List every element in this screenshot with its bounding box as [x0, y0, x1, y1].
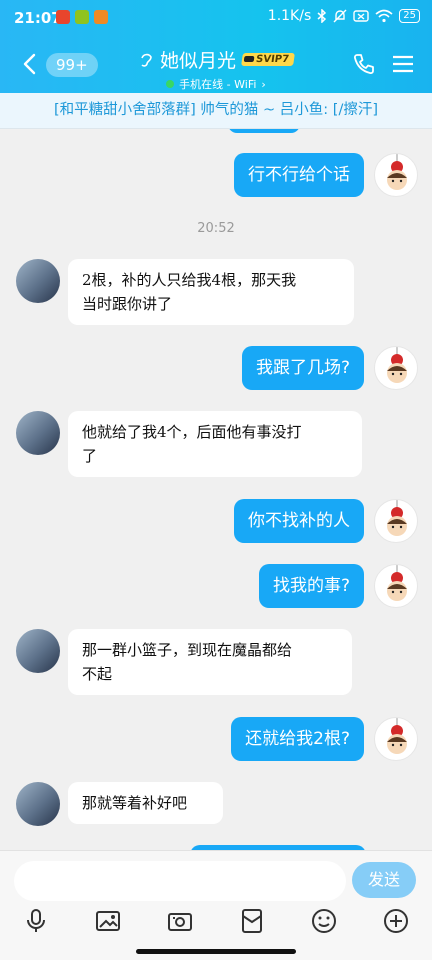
message-input[interactable]: [14, 861, 346, 901]
message-bubble-partial: [228, 129, 300, 133]
sim-off-icon: [353, 10, 369, 22]
message-line: 那就等着补好吧: [82, 794, 188, 812]
send-button[interactable]: 发送: [352, 862, 416, 898]
message-bubble-outgoing[interactable]: 我跟了几场?: [241, 346, 364, 390]
cartoon-avatar-icon: [387, 154, 407, 190]
plus-icon[interactable]: [382, 907, 410, 935]
chevron-right-icon: ›: [261, 77, 266, 91]
cartoon-avatar-icon: [387, 347, 407, 383]
contact-avatar[interactable]: [16, 629, 60, 673]
chat-toolbar: [0, 907, 432, 943]
group-message-notice[interactable]: [和平糖甜小舍部落群] 帅气的猫 ~ 吕小鱼: [/擦汗]: [0, 93, 432, 129]
home-indicator[interactable]: [136, 949, 296, 954]
message-bubble-outgoing[interactable]: 找我的事?: [258, 564, 364, 608]
image-icon[interactable]: [94, 907, 122, 935]
message-bubble-incoming[interactable]: 他就给了我4个，后面他有事没打 了: [68, 411, 362, 477]
status-bar: 21:07 1.1K/s 25: [0, 0, 432, 36]
message-line: 2根，补的人只给我4根，那天我: [82, 271, 297, 289]
camera-icon[interactable]: [166, 907, 194, 935]
input-bar: 发送: [0, 850, 432, 960]
online-status-text: 手机在线 - WiFi: [179, 78, 257, 91]
message-line: 了: [82, 447, 98, 465]
message-bubble-outgoing[interactable]: 还就给我2根?: [231, 717, 364, 761]
status-time: 21:07: [14, 9, 62, 27]
phone-icon[interactable]: [352, 52, 376, 76]
message-line: 当时跟你讲了: [82, 295, 173, 313]
emoji-icon[interactable]: [310, 907, 338, 935]
chat-message-list[interactable]: 行不行给个话 20:52 2根，补的人只给我4根，那天我 当时跟你讲了 我跟了几…: [0, 129, 432, 850]
message-line: 他就给了我4个，后面他有事没打: [82, 423, 302, 441]
message-bubble-incoming[interactable]: 那就等着补好吧: [68, 782, 223, 824]
contact-name: 她似月光: [160, 50, 237, 72]
cartoon-avatar-icon: [387, 718, 407, 754]
message-line: 那一群小篮子，到现在魔晶都给: [82, 641, 293, 659]
online-dot-icon: [166, 80, 175, 88]
notification-app-icon: [56, 10, 70, 24]
message-bubble-outgoing[interactable]: 你不找补的人: [234, 499, 364, 543]
online-status: 手机在线 - WiFi ›: [166, 76, 266, 92]
mute-bell-icon: [333, 9, 347, 23]
bluetooth-icon: [317, 9, 327, 23]
message-bubble-outgoing[interactable]: 行不行给个话: [234, 153, 364, 197]
wifi-icon: [375, 9, 393, 23]
self-avatar[interactable]: [374, 153, 418, 197]
self-avatar[interactable]: [374, 499, 418, 543]
ear-icon: [141, 53, 152, 67]
self-avatar[interactable]: [374, 564, 418, 608]
message-bubble-incoming[interactable]: 2根，补的人只给我4根，那天我 当时跟你讲了: [68, 259, 354, 325]
notification-app-icon: [75, 10, 89, 24]
svip-badge: SVIP7: [241, 53, 295, 66]
message-line: 不起: [82, 665, 113, 683]
battery-level: 25: [399, 9, 420, 23]
cartoon-avatar-icon: [387, 565, 407, 601]
message-bubble-incoming[interactable]: 那一群小篮子，到现在魔晶都给 不起: [68, 629, 352, 695]
red-packet-icon[interactable]: [238, 907, 266, 935]
timestamp-divider: 20:52: [197, 221, 235, 236]
contact-avatar[interactable]: [16, 259, 60, 303]
cartoon-avatar-icon: [387, 500, 407, 536]
chat-header: 21:07 1.1K/s 25 99+ 她似月光 SVIP7 手机在线 - Wi…: [0, 0, 432, 93]
status-indicators: 1.1K/s 25: [268, 8, 420, 24]
notification-app-icon: [94, 10, 108, 24]
self-avatar[interactable]: [374, 346, 418, 390]
contact-avatar[interactable]: [16, 782, 60, 826]
microphone-icon[interactable]: [22, 907, 50, 935]
self-avatar[interactable]: [374, 717, 418, 761]
menu-icon[interactable]: [392, 55, 414, 73]
contact-avatar[interactable]: [16, 411, 60, 455]
network-speed: 1.1K/s: [267, 8, 312, 24]
